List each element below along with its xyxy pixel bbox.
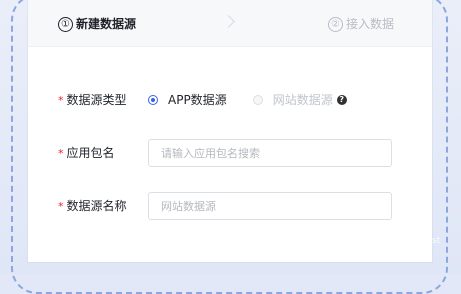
radio-unchecked-icon bbox=[252, 95, 263, 105]
label-text: 数据源类型 bbox=[66, 93, 127, 107]
required-mark: * bbox=[58, 147, 64, 160]
stepper: ① 新建数据源 ② 接入数据 bbox=[28, 0, 432, 47]
radio-app-source[interactable]: APP数据源 bbox=[148, 92, 227, 108]
step-number-1: ① bbox=[58, 16, 73, 32]
question-circle-icon[interactable]: ? bbox=[336, 95, 347, 105]
create-source-card: ① 新建数据源 ② 接入数据 * 数据源类型 APP数据源 网站数据源 ? * 应用… bbox=[28, 0, 432, 262]
radio-web-source[interactable]: 网站数据源 bbox=[252, 92, 333, 108]
app-package-search-input[interactable] bbox=[148, 139, 392, 167]
required-mark: * bbox=[58, 94, 64, 107]
step-connect-data: ② 接入数据 bbox=[328, 15, 394, 33]
form-row-source-type: * 数据源类型 APP数据源 网站数据源 ? bbox=[28, 86, 432, 114]
source-type-label: * 数据源类型 bbox=[58, 92, 127, 109]
form-row-app-package: * 应用包名 bbox=[28, 139, 432, 167]
chevron-right-icon bbox=[222, 15, 235, 28]
step-new-source: ① 新建数据源 bbox=[58, 15, 136, 33]
radio-label: APP数据源 bbox=[168, 93, 227, 107]
step-label: 新建数据源 bbox=[76, 17, 137, 31]
label-text: 数据源名称 bbox=[66, 199, 127, 213]
required-mark: * bbox=[58, 200, 64, 213]
source-name-input[interactable] bbox=[148, 192, 392, 220]
radio-label: 网站数据源 bbox=[272, 93, 333, 107]
app-package-label: * 应用包名 bbox=[58, 145, 115, 162]
source-name-label: * 数据源名称 bbox=[58, 198, 127, 215]
radio-checked-icon bbox=[148, 95, 158, 105]
label-text: 应用包名 bbox=[66, 146, 115, 160]
watermark-text: st bbox=[432, 236, 441, 246]
step-number-2: ② bbox=[328, 16, 343, 32]
form-row-source-name: * 数据源名称 bbox=[28, 192, 432, 220]
source-type-radio-group: APP数据源 网站数据源 ? bbox=[148, 92, 347, 108]
step-label: 接入数据 bbox=[346, 17, 395, 31]
